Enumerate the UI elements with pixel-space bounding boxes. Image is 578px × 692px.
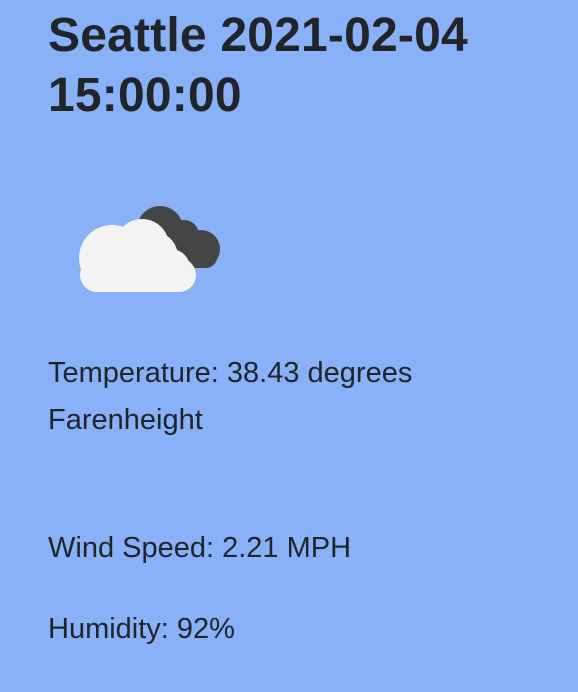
partly-cloudy-icon (76, 200, 226, 300)
weather-card: Seattle 2021-02-04 15:00:00 Temperature:… (48, 0, 568, 692)
temperature-text: Temperature: 38.43 degrees Farenheight (48, 357, 413, 436)
wind-speed-text: Wind Speed: 2.21 MPH (48, 532, 352, 564)
humidity-text: Humidity: 92% (48, 613, 235, 645)
page-title: Seattle 2021-02-04 15:00:00 (48, 9, 468, 122)
